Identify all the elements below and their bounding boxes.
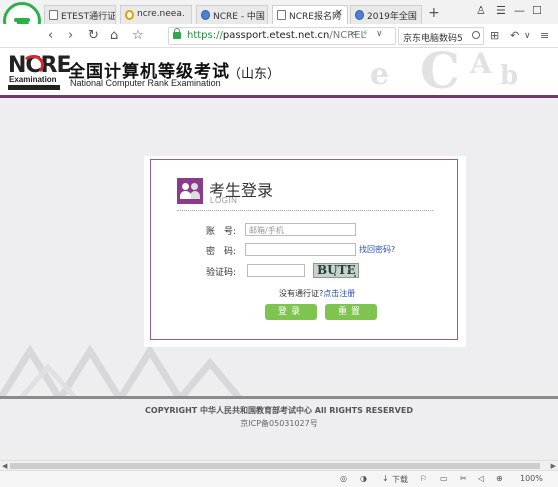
login-button[interactable]: 登录 xyxy=(265,304,317,320)
deco-letter-icon: C xyxy=(420,49,460,95)
search-input[interactable]: 京东电脑数码5 xyxy=(398,27,484,45)
lightning-icon[interactable]: ⚡ xyxy=(362,29,368,39)
forward-icon[interactable]: › xyxy=(68,28,73,43)
deco-letter-icon: e xyxy=(370,57,390,92)
logo-arc-icon xyxy=(22,55,44,75)
tab-title: ncre.neea. xyxy=(137,9,185,19)
no-account-text: 没有通行证? xyxy=(279,289,324,298)
login-subtitle: LOGIN xyxy=(210,196,238,205)
browser-status-bar: ◎ ◑ ↓ 下载 ⚐ ▭ ✂ ◁ ⊕ 100% xyxy=(0,470,558,487)
url-path: /NCREL xyxy=(329,30,367,41)
window-icon[interactable]: ▭ xyxy=(440,474,448,483)
captcha-text: BUTE xyxy=(317,263,356,277)
speed-icon[interactable]: ◎ xyxy=(340,474,347,483)
ncre-logo: NCRE Examination xyxy=(8,53,72,93)
minimize-icon[interactable]: — xyxy=(514,4,525,17)
scroll-left-icon[interactable]: ◀ xyxy=(2,462,7,470)
url-scheme: https:// xyxy=(187,30,223,41)
screenshot-icon[interactable]: ✂ xyxy=(460,474,467,483)
globe-icon xyxy=(355,10,364,20)
tab-title: 2019年全国 xyxy=(367,12,417,22)
forgot-password-link[interactable]: 找回密码? xyxy=(359,244,395,255)
deco-letter-icon: b xyxy=(500,61,519,91)
dotted-divider xyxy=(177,210,433,211)
mute-icon[interactable]: ◁ xyxy=(478,474,484,483)
register-link[interactable]: 点击注册 xyxy=(323,289,355,298)
refresh-icon[interactable]: ↻ xyxy=(88,28,99,43)
password-label: 密 码: xyxy=(205,247,236,257)
site-header: NCRE Examination 全国计算机等级考试 National Comp… xyxy=(0,49,558,95)
login-panel: 考生登录 LOGIN 账 号: 邮箱/手机 密 码: 找回密码? 验证码: BU… xyxy=(144,156,466,347)
site-region: （山东） xyxy=(228,67,281,82)
scroll-right-icon[interactable]: ▶ xyxy=(551,462,556,470)
loading-icon xyxy=(125,10,134,20)
home-icon[interactable]: ⌂ xyxy=(110,28,118,43)
icp-text: 京ICP备05031027号 xyxy=(240,419,318,428)
star-icon[interactable]: ☆ xyxy=(132,28,144,43)
browser-tab[interactable]: ETEST通行证 xyxy=(44,5,116,24)
search-placeholder: 京东电脑数码5 xyxy=(403,34,463,44)
close-icon[interactable]: ✕ xyxy=(335,8,343,19)
captcha-input[interactable] xyxy=(247,264,305,277)
copyright-text: COPYRIGHT 中华人民共和国教育部考试中心 All RIGHTS RESE… xyxy=(145,406,413,415)
undo-icon[interactable]: ↶ xyxy=(510,29,519,42)
chevron-down-icon[interactable]: ∨ xyxy=(376,29,383,39)
browser-tab-bar: ETEST通行证 ncre.neea. NCRE - 中国 NCRE报名网 ✕ … xyxy=(0,0,558,24)
header-divider xyxy=(0,95,558,98)
zoom-icon[interactable]: ⊕ xyxy=(496,474,503,483)
tab-title: ETEST通行证 xyxy=(61,12,116,22)
browser-nav-bar: ‹ › ↻ ⌂ ☆ https://passport.etest.net.cn/… xyxy=(0,24,558,48)
globe-icon xyxy=(201,10,210,20)
captcha-label: 验证码: xyxy=(205,268,236,278)
site-footer: COPYRIGHT 中华人民共和国教育部考试中心 All RIGHTS RESE… xyxy=(0,399,558,460)
more-icon[interactable]: ≡ xyxy=(540,29,549,42)
logo-bar xyxy=(8,85,60,90)
chevron-down-icon[interactable]: ∨ xyxy=(524,31,531,41)
url-domain: passport.etest.net.cn xyxy=(222,30,330,41)
logo-exam-text: Examination xyxy=(9,75,57,84)
password-input[interactable] xyxy=(245,243,356,256)
page-icon xyxy=(277,10,286,20)
search-icon[interactable] xyxy=(472,31,480,39)
download-label[interactable]: 下载 xyxy=(392,474,408,485)
browser-tab-active[interactable]: NCRE报名网 ✕ xyxy=(272,5,348,24)
register-prompt: 没有通行证?点击注册 xyxy=(279,288,355,299)
header-decoration: C A b e xyxy=(350,49,550,95)
zoom-level[interactable]: 100% xyxy=(520,474,543,483)
sound-icon[interactable]: ◑ xyxy=(360,474,367,483)
account-label: 账 号: xyxy=(205,227,236,237)
tab-title: NCRE报名网 xyxy=(289,12,341,22)
browser-tab[interactable]: NCRE - 中国 xyxy=(196,5,268,24)
deco-letter-icon: A xyxy=(470,49,492,80)
captcha-image[interactable]: BUTE xyxy=(313,263,359,278)
new-tab-button[interactable]: + xyxy=(428,5,440,21)
back-icon[interactable]: ‹ xyxy=(48,28,53,43)
download-icon[interactable]: ↓ xyxy=(382,474,389,483)
apps-icon[interactable]: ⊞ xyxy=(490,29,499,42)
lock-icon xyxy=(173,28,181,39)
shirt-icon[interactable]: ♙ xyxy=(476,4,486,17)
users-icon xyxy=(177,178,203,204)
maximize-icon[interactable]: ☐ xyxy=(532,4,542,17)
browser-tab[interactable]: 2019年全国 xyxy=(350,5,422,24)
page-body: NCRE Examination 全国计算机等级考试 National Comp… xyxy=(0,49,558,460)
account-input[interactable]: 邮箱/手机 xyxy=(245,223,356,236)
login-panel-border: 考生登录 LOGIN 账 号: 邮箱/手机 密 码: 找回密码? 验证码: BU… xyxy=(150,159,458,340)
browser-tab[interactable]: ncre.neea. xyxy=(120,5,192,24)
account-placeholder: 邮箱/手机 xyxy=(249,226,284,235)
scrollbar-thumb[interactable] xyxy=(10,463,540,469)
site-subtitle: National Computer Rank Examination xyxy=(70,78,221,88)
tab-title: NCRE - 中国 xyxy=(213,12,265,22)
menu-icon[interactable]: ☰ xyxy=(496,4,506,17)
page-icon xyxy=(49,10,58,20)
horizontal-scrollbar[interactable]: ◀ ▶ xyxy=(0,460,558,470)
flag-icon[interactable]: ⚐ xyxy=(420,474,427,483)
share-icon[interactable]: < xyxy=(350,29,358,39)
reset-button[interactable]: 重置 xyxy=(325,304,377,320)
